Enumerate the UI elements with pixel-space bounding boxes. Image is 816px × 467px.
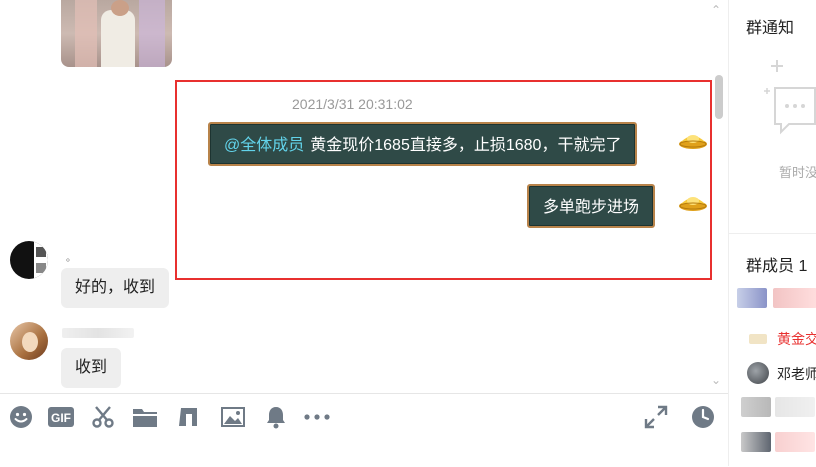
- scroll-up-icon[interactable]: ⌃: [711, 3, 721, 17]
- mention-all-link[interactable]: @全体成员: [224, 137, 304, 154]
- member-name: 黄金交: [777, 331, 816, 347]
- expand-icon[interactable]: [643, 404, 669, 430]
- gif-icon[interactable]: GIF: [48, 404, 74, 430]
- scroll-down-icon[interactable]: ⌄: [711, 373, 721, 387]
- bell-icon[interactable]: [263, 404, 289, 430]
- member-avatar-blurred: [737, 288, 767, 308]
- message-timestamp: 2021/3/31 20:31:02: [292, 96, 413, 112]
- music-icon[interactable]: [175, 404, 201, 430]
- message-bubble[interactable]: 多单跑步进场: [527, 184, 656, 228]
- divider: [729, 233, 816, 234]
- message-text: 黄金现价1685直接多，止损1680，干就完了: [310, 137, 622, 154]
- gold-ingot-icon: [679, 197, 707, 211]
- member-item[interactable]: 黄金交: [729, 324, 816, 352]
- message-text: 收到: [75, 359, 108, 376]
- avatar[interactable]: [10, 241, 48, 279]
- group-notice-title: 群通知: [746, 20, 795, 37]
- chat-panel: ⌃ ⌄ 2021/3/31 20:31:02 @全体成员 黄金现价1685直接多，…: [0, 0, 728, 393]
- member-avatar-blurred: [749, 334, 767, 344]
- message-text: 多单跑步进场: [543, 199, 640, 216]
- member-item[interactable]: [729, 393, 816, 421]
- message-text: 好的，收到: [75, 279, 156, 296]
- folder-icon[interactable]: [132, 404, 158, 430]
- empty-notice-icon: [764, 60, 816, 135]
- image-icon[interactable]: [220, 404, 246, 430]
- member-name: 邓老师: [777, 366, 816, 382]
- sender-name-blurred: [62, 328, 134, 338]
- message-bubble[interactable]: 收到: [61, 348, 122, 388]
- gold-ingot-icon: [679, 135, 707, 149]
- scrollbar-thumb[interactable]: [715, 75, 723, 119]
- member-item[interactable]: [729, 284, 816, 312]
- member-item[interactable]: [729, 428, 816, 456]
- screenshot-scissors-icon[interactable]: [90, 404, 116, 430]
- avatar[interactable]: [10, 322, 48, 360]
- group-sidebar: 群通知 暂时没 群成员 1 黄金交 邓老师: [728, 0, 816, 466]
- member-name-blurred: [775, 432, 815, 452]
- svg-text:GIF: GIF: [51, 411, 71, 425]
- emoji-icon[interactable]: [8, 404, 34, 430]
- history-clock-icon[interactable]: [690, 404, 716, 430]
- member-name-blurred: [773, 288, 816, 308]
- highlight-box: [175, 80, 712, 280]
- sender-name: 。: [66, 253, 76, 264]
- message-bubble[interactable]: 好的，收到: [61, 268, 170, 308]
- message-bubble[interactable]: @全体成员 黄金现价1685直接多，止损1680，干就完了: [208, 122, 638, 166]
- group-members-title: 群成员 1: [746, 258, 808, 275]
- member-name-blurred: [775, 397, 815, 417]
- image-message[interactable]: [61, 0, 172, 67]
- member-avatar-blurred: [741, 432, 771, 452]
- more-icon[interactable]: [303, 404, 331, 430]
- member-avatar-blurred: [741, 397, 771, 417]
- empty-notice-text: 暂时没: [779, 165, 816, 180]
- member-item[interactable]: 邓老师: [729, 359, 816, 387]
- member-avatar: [747, 362, 769, 384]
